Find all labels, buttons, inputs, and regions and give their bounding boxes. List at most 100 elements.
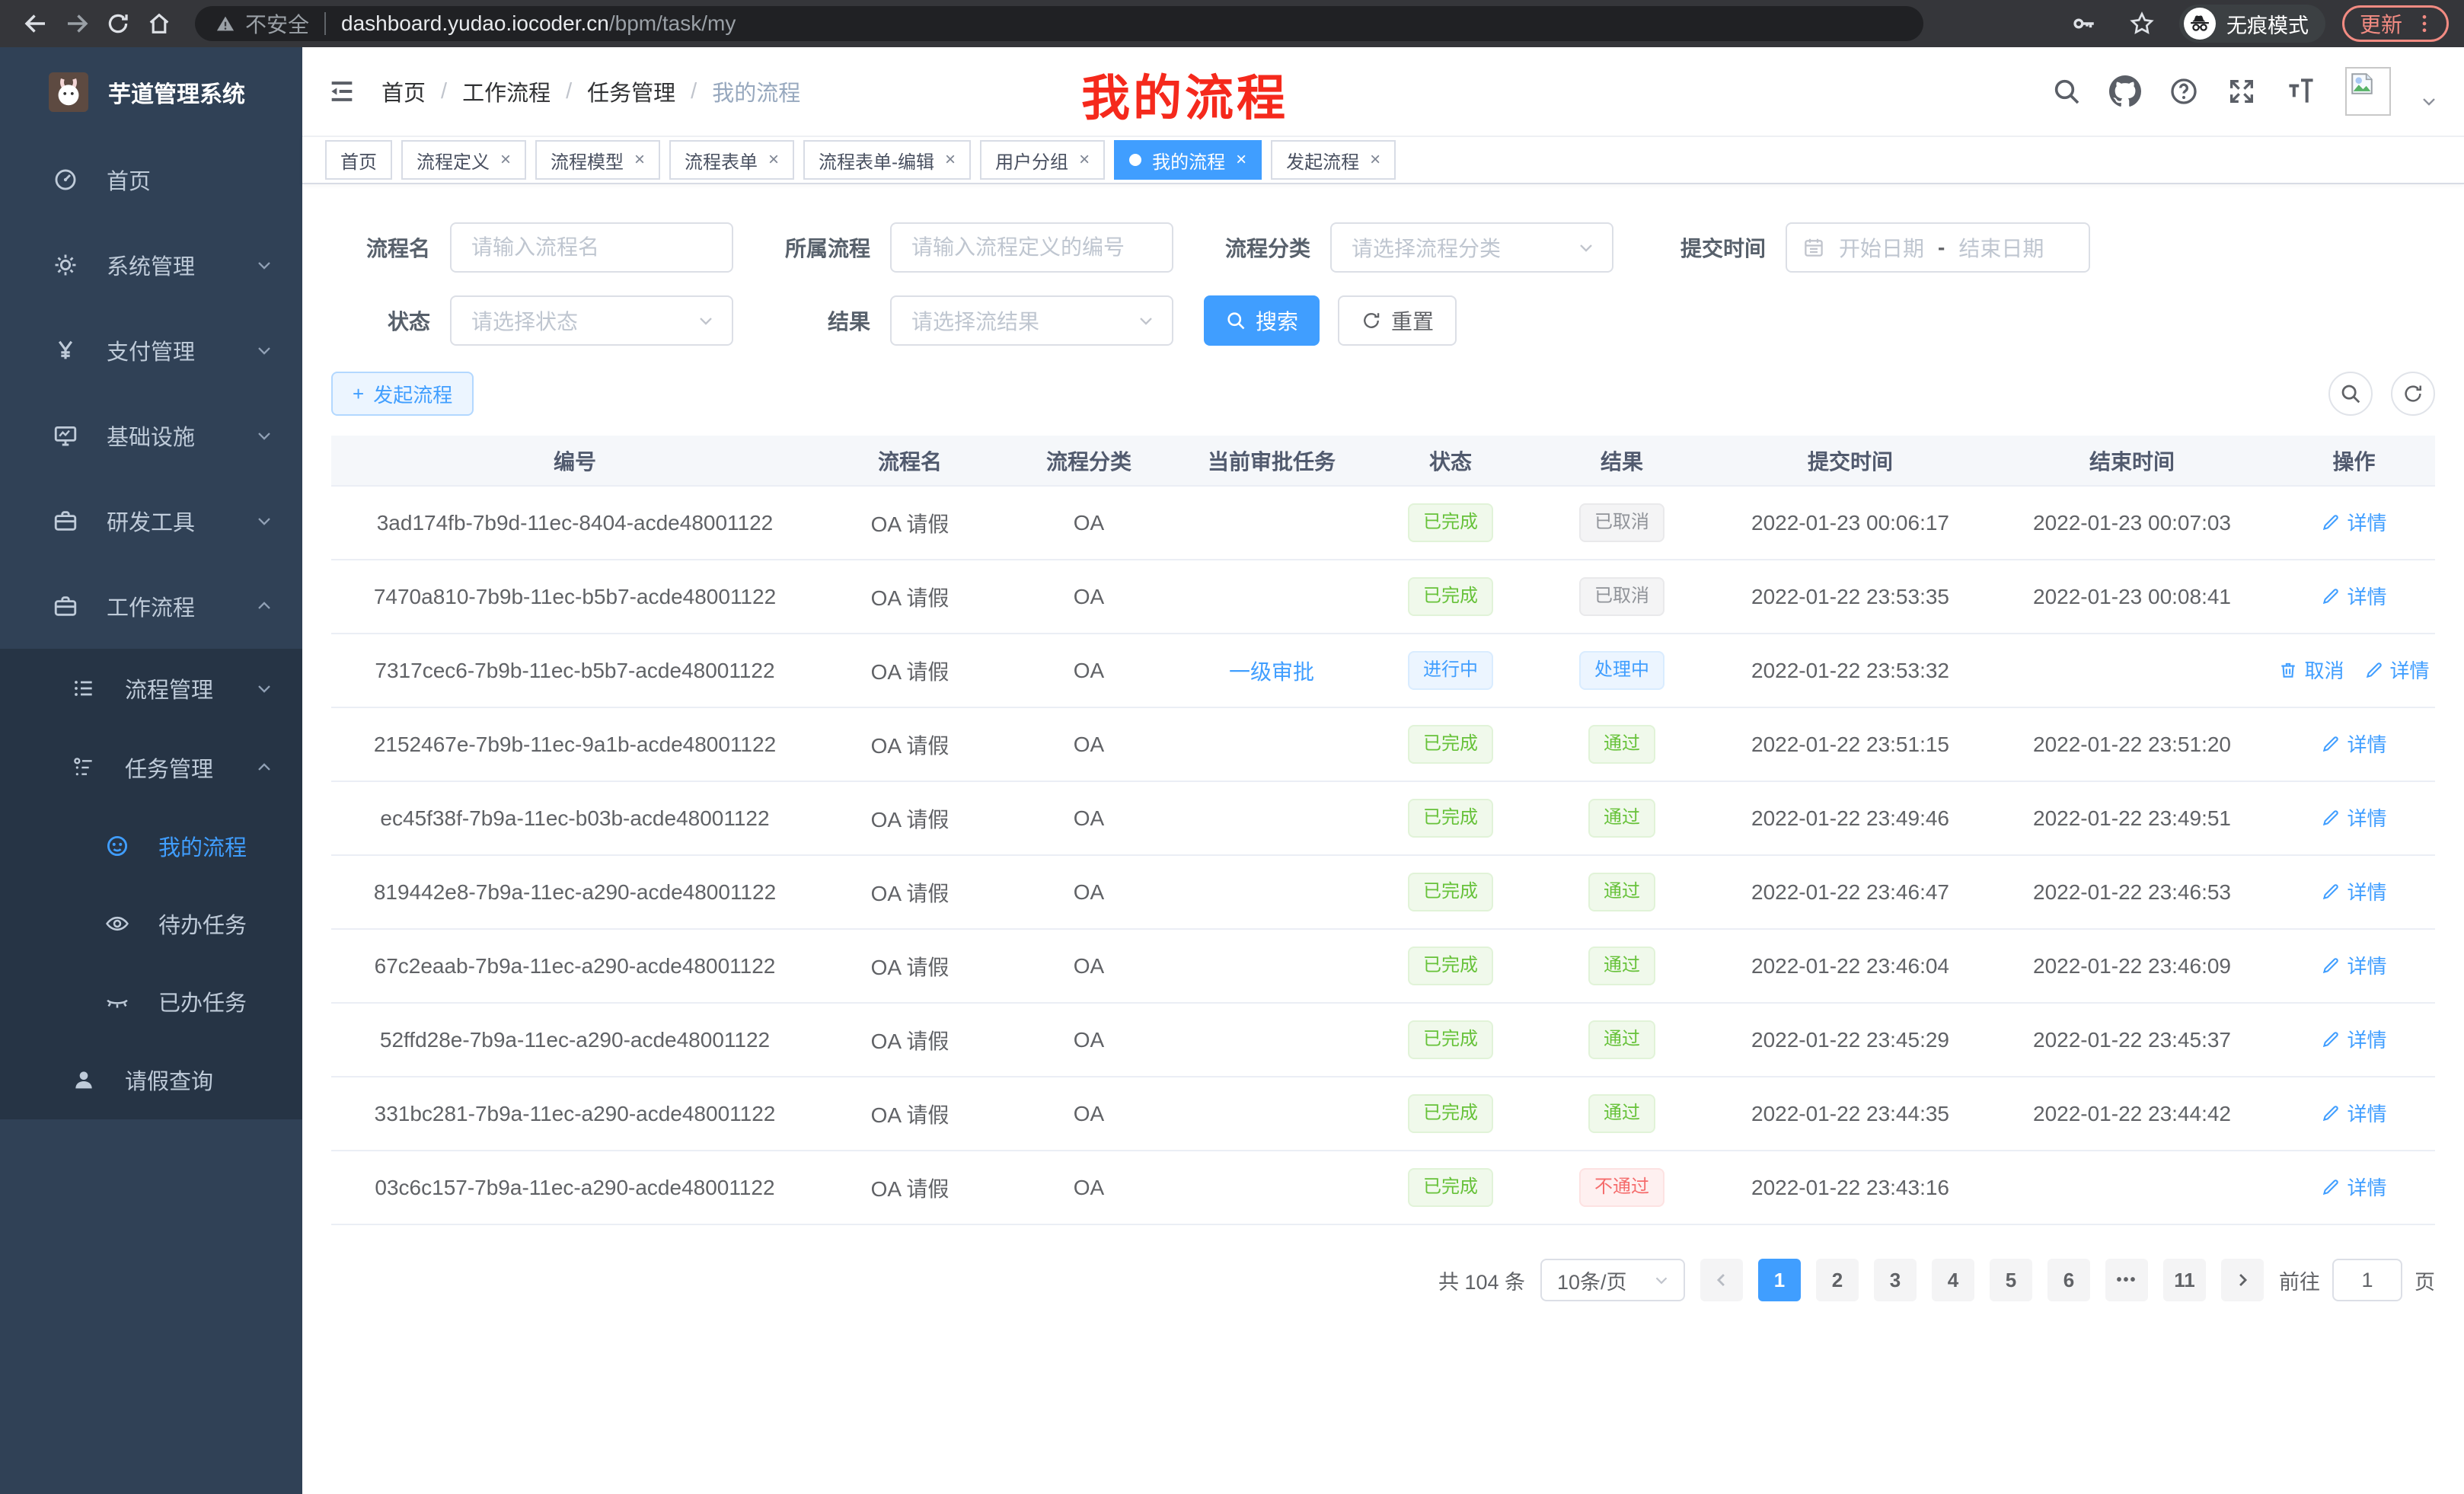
github-icon[interactable] — [2109, 75, 2141, 107]
chevron-right-icon — [2232, 1269, 2253, 1291]
fullscreen-icon[interactable] — [2226, 76, 2257, 107]
header-search-icon[interactable] — [2051, 76, 2082, 107]
avatar-dropdown-caret-icon[interactable] — [2418, 91, 2440, 112]
close-icon[interactable]: × — [945, 149, 956, 171]
cancel-link[interactable]: 取消 — [2278, 656, 2344, 684]
tab-start-process[interactable]: 发起流程× — [1271, 140, 1396, 180]
page-button-2[interactable]: 2 — [1816, 1259, 1859, 1301]
pencil-icon — [2321, 882, 2341, 902]
sidebar-item-workflow[interactable]: 工作流程 — [0, 563, 302, 649]
close-icon[interactable]: × — [1079, 149, 1090, 171]
sidebar-item-task-management[interactable]: 任务管理 — [0, 728, 302, 807]
page-button-5[interactable]: 5 — [1990, 1259, 2032, 1301]
tab-process-model[interactable]: 流程模型× — [535, 140, 660, 180]
page-button-4[interactable]: 4 — [1932, 1259, 1974, 1301]
sidebar-item-done-tasks[interactable]: 已办任务 — [0, 962, 302, 1040]
sidebar-item-todo-tasks[interactable]: 待办任务 — [0, 885, 302, 962]
breadcrumb-workflow[interactable]: 工作流程 — [462, 75, 551, 107]
date-start-placeholder[interactable]: 开始日期 — [1839, 232, 1924, 263]
tab-process-form-edit[interactable]: 流程表单-编辑× — [803, 140, 971, 180]
close-icon[interactable]: × — [634, 149, 645, 171]
password-key-icon[interactable] — [2063, 3, 2105, 44]
sidebar-item-home[interactable]: 首页 — [0, 137, 302, 222]
sidebar-item-label: 工作流程 — [107, 590, 195, 622]
not-secure-warning-icon — [215, 13, 236, 34]
search-button[interactable]: 搜索 — [1204, 295, 1320, 346]
table-row: 52ffd28e-7b9a-11ec-a290-acde48001122 OA … — [331, 1003, 2435, 1077]
detail-link[interactable]: 详情 — [2321, 582, 2386, 610]
toggle-search-button[interactable] — [2328, 372, 2373, 416]
status-badge: 已完成 — [1408, 873, 1493, 911]
close-icon[interactable]: × — [768, 149, 779, 171]
sidebar-item-system[interactable]: 系统管理 — [0, 222, 302, 308]
tab-user-group[interactable]: 用户分组× — [980, 140, 1105, 180]
detail-link[interactable]: 详情 — [2321, 1025, 2386, 1053]
page-button-1[interactable]: 1 — [1758, 1259, 1801, 1301]
process-definition-input[interactable] — [890, 222, 1173, 273]
sidebar-item-devtools[interactable]: 研发工具 — [0, 478, 302, 563]
tab-process-form[interactable]: 流程表单× — [669, 140, 794, 180]
detail-link[interactable]: 详情 — [2364, 656, 2430, 684]
page-button-11[interactable]: 11 — [2163, 1259, 2206, 1301]
browser-menu-dots-icon[interactable] — [2413, 12, 2436, 35]
reset-button[interactable]: 重置 — [1338, 295, 1457, 346]
detail-link[interactable]: 详情 — [2321, 729, 2386, 758]
pencil-icon — [2364, 660, 2384, 680]
chevron-down-icon — [254, 254, 275, 276]
browser-reload-button[interactable] — [97, 3, 139, 44]
refresh-table-button[interactable] — [2391, 372, 2435, 416]
close-icon[interactable]: × — [1236, 149, 1246, 171]
detail-link[interactable]: 详情 — [2321, 951, 2386, 979]
page-ellipsis[interactable]: ••• — [2105, 1259, 2148, 1301]
start-process-button[interactable]: + 发起流程 — [331, 372, 474, 416]
detail-link[interactable]: 详情 — [2321, 508, 2386, 536]
page-button-6[interactable]: 6 — [2047, 1259, 2090, 1301]
chevron-up-icon — [254, 595, 275, 617]
breadcrumb-home[interactable]: 首页 — [381, 75, 426, 107]
detail-link[interactable]: 详情 — [2321, 803, 2386, 832]
col-end-time: 结束时间 — [1991, 436, 2273, 486]
tab-my-process[interactable]: 我的流程× — [1114, 140, 1262, 180]
date-end-placeholder[interactable]: 结束日期 — [1958, 232, 2044, 263]
tab-home[interactable]: 首页 — [325, 140, 392, 180]
sidebar-item-payment[interactable]: 支付管理 — [0, 308, 302, 393]
not-secure-label[interactable]: 不安全 — [245, 8, 309, 39]
sidebar-item-label: 已办任务 — [158, 985, 247, 1017]
result-select[interactable]: 请选择流结果 — [890, 295, 1173, 346]
detail-link[interactable]: 详情 — [2321, 1099, 2386, 1127]
browser-address-bar[interactable]: 不安全 dashboard.yudao.iocoder.cn/bpm/task/… — [195, 6, 1923, 41]
browser-forward-button[interactable] — [56, 3, 97, 44]
process-name-input[interactable] — [450, 222, 733, 273]
browser-back-button[interactable] — [15, 3, 56, 44]
prev-page-button[interactable] — [1700, 1259, 1743, 1301]
close-icon[interactable]: × — [500, 149, 511, 171]
font-size-icon[interactable] — [2284, 75, 2318, 108]
page-button-3[interactable]: 3 — [1874, 1259, 1917, 1301]
page-size-select[interactable]: 10条/页 — [1540, 1259, 1685, 1301]
sidebar-item-process-management[interactable]: 流程管理 — [0, 649, 302, 728]
current-task-link[interactable]: 一级审批 — [1229, 656, 1314, 686]
sidebar-collapse-button[interactable] — [327, 76, 357, 107]
tab-process-definition[interactable]: 流程定义× — [401, 140, 526, 180]
next-page-button[interactable] — [2221, 1259, 2264, 1301]
chevron-down-icon — [1652, 1270, 1671, 1290]
close-icon[interactable]: × — [1370, 149, 1380, 171]
help-icon[interactable] — [2169, 76, 2199, 107]
status-select[interactable]: 请选择状态 — [450, 295, 733, 346]
browser-home-button[interactable] — [139, 3, 180, 44]
table-row: 819442e8-7b9a-11ec-a290-acde48001122 OA … — [331, 855, 2435, 929]
bookmark-star-icon[interactable] — [2121, 3, 2162, 44]
detail-link[interactable]: 详情 — [2321, 1173, 2386, 1201]
category-select[interactable]: 请选择流程分类 — [1330, 222, 1613, 273]
page-title-overlay: 我的流程 — [1081, 59, 1288, 129]
detail-link[interactable]: 详情 — [2321, 877, 2386, 905]
sidebar-item-infrastructure[interactable]: 基础设施 — [0, 393, 302, 478]
sidebar-item-my-process[interactable]: 我的流程 — [0, 807, 302, 885]
submit-time-range-picker[interactable]: 开始日期 - 结束日期 — [1786, 222, 2090, 273]
breadcrumb-task-management[interactable]: 任务管理 — [587, 75, 675, 107]
browser-update-button[interactable]: 更新 — [2342, 5, 2449, 42]
sidebar-item-leave-query[interactable]: 请假查询 — [0, 1040, 302, 1119]
goto-page-input[interactable] — [2332, 1259, 2402, 1301]
col-current-task: 当前审批任务 — [1176, 436, 1367, 486]
avatar[interactable] — [2345, 67, 2391, 116]
